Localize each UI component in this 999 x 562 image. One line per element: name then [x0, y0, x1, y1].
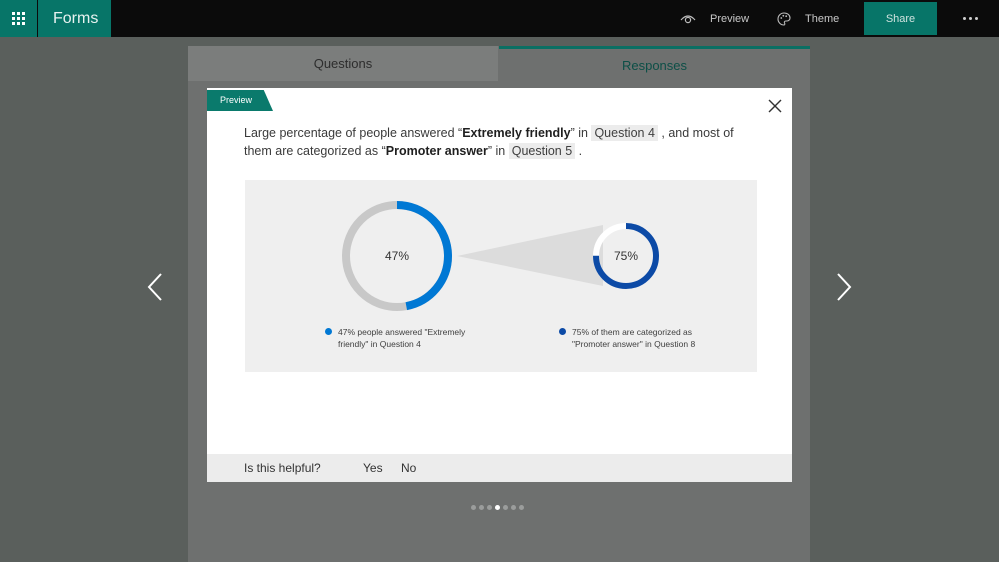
feedback-no-button[interactable]: No: [401, 454, 416, 482]
legend-item-1: 47% people answered "Extremely friendly"…: [325, 326, 488, 350]
close-icon[interactable]: [767, 98, 783, 114]
share-button[interactable]: Share: [864, 2, 937, 35]
legend-text: 47% people answered "Extremely friendly"…: [338, 327, 466, 349]
page-dot[interactable]: [487, 505, 492, 510]
page-dot[interactable]: [495, 505, 500, 510]
page-dot[interactable]: [479, 505, 484, 510]
feedback-bar: Is this helpful? Yes No: [207, 454, 792, 482]
pagination-dots: [471, 505, 524, 510]
donut-2-label: 75%: [614, 249, 638, 263]
chart-area: 47% 75% 47% people answered "Extremely f…: [245, 180, 757, 372]
insight-text-part: ” in: [487, 144, 509, 158]
tab-responses[interactable]: Responses: [499, 46, 810, 81]
waffle-icon: [12, 12, 25, 25]
feedback-yes-button[interactable]: Yes: [363, 454, 383, 482]
theme-label: Theme: [805, 12, 840, 25]
legend-dot: [559, 328, 566, 335]
tab-questions[interactable]: Questions: [188, 46, 498, 81]
question-chip[interactable]: Question 5: [508, 143, 576, 159]
page-dot[interactable]: [519, 505, 524, 510]
more-options-button[interactable]: [955, 0, 985, 37]
page-dot[interactable]: [511, 505, 516, 510]
more-dot: [962, 17, 966, 20]
preview-button[interactable]: Preview: [680, 0, 749, 37]
insight-text-part: .: [575, 144, 583, 158]
feedback-prompt: Is this helpful?: [244, 461, 321, 475]
app-launcher-button[interactable]: [0, 0, 37, 37]
previous-arrow-icon[interactable]: [146, 272, 166, 302]
legend-item-2: 75% of them are categorized as "Promoter…: [559, 326, 722, 350]
connector-shape: [457, 225, 603, 286]
top-app-bar: Forms Preview Theme Share: [0, 0, 999, 37]
palette-icon: [777, 11, 791, 26]
insight-text-part: Large percentage of people answered “: [244, 126, 463, 140]
insight-text: Large percentage of people answered “Ext…: [244, 124, 764, 160]
answer-highlight: Extremely friendly: [462, 126, 571, 140]
more-dot: [974, 17, 978, 20]
insight-text-part: ” in: [570, 126, 592, 140]
donut-1-label: 47%: [385, 249, 409, 263]
eye-icon: [680, 14, 696, 23]
page-dot[interactable]: [503, 505, 508, 510]
preview-label: Preview: [710, 12, 750, 25]
question-chip[interactable]: Question 4: [591, 125, 658, 141]
answer-highlight: Promoter answer: [385, 144, 488, 158]
insight-dialog: Preview Large percentage of people answe…: [207, 88, 792, 482]
app-title[interactable]: Forms: [38, 0, 111, 37]
next-arrow-icon[interactable]: [833, 272, 853, 302]
legend-text: 75% of them are categorized as "Promoter…: [572, 327, 696, 349]
theme-button[interactable]: Theme: [777, 0, 839, 37]
page-dot[interactable]: [471, 505, 476, 510]
more-dot: [968, 17, 972, 20]
preview-tag: Preview: [207, 90, 273, 111]
legend-dot: [325, 328, 332, 335]
